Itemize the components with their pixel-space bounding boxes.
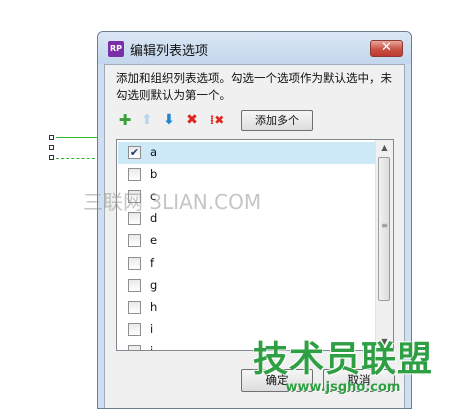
option-checkbox[interactable]: ✔	[128, 146, 141, 159]
close-button[interactable]: ✕	[370, 40, 403, 57]
canvas-solid-line	[56, 137, 100, 138]
option-checkbox[interactable]	[128, 234, 141, 248]
option-label: j	[150, 343, 154, 351]
option-label: a	[150, 145, 158, 159]
list-item[interactable]: b	[118, 164, 375, 186]
watermark-jsgho: 技术员联盟 www.jsgho.com	[232, 340, 454, 396]
grip-icon: ≡	[381, 221, 388, 230]
list-scrollbar[interactable]: ▲ ≡ ▼	[375, 140, 393, 350]
option-checkbox[interactable]	[128, 278, 141, 292]
list-item[interactable]: ✔ a	[118, 142, 375, 164]
watermark-3lian: 三联网 3LIAN.COM	[83, 190, 262, 214]
list-item[interactable]: h	[118, 297, 375, 319]
option-checkbox[interactable]	[128, 256, 141, 270]
option-checkbox[interactable]	[128, 322, 141, 336]
option-label: g	[150, 277, 158, 292]
watermark-jsgho-name: 技术员联盟	[252, 340, 433, 380]
watermark-jsgho-url: www.jsgho.com	[285, 380, 401, 395]
delete-all-icon[interactable]: ⁞✖	[205, 110, 229, 130]
list-item[interactable]: e	[118, 230, 375, 252]
arrow-down-icon[interactable]: ⬇	[160, 110, 178, 130]
option-label: f	[150, 255, 155, 270]
selection-handle[interactable]	[49, 155, 54, 160]
title-bar[interactable]: RP 编辑列表选项 ✕	[98, 32, 411, 64]
list-item[interactable]: f	[118, 253, 375, 275]
scroll-thumb[interactable]: ≡	[378, 157, 390, 301]
option-label: i	[150, 321, 154, 336]
list-item[interactable]: i	[118, 319, 375, 341]
option-label: b	[150, 167, 158, 182]
option-label: h	[150, 299, 158, 314]
arrow-up-icon[interactable]: ⬆	[138, 110, 156, 130]
close-icon: ✕	[381, 40, 392, 55]
dialog-title: 编辑列表选项	[130, 44, 209, 59]
option-checkbox[interactable]	[128, 168, 141, 182]
selection-handle[interactable]	[49, 145, 54, 150]
option-checkbox[interactable]	[128, 300, 141, 314]
axure-rp-icon: RP	[108, 41, 124, 57]
dialog-description: 添加和组织列表选项。勾选一个选项作为默认选中，未勾选则默认为第一个。	[116, 71, 392, 102]
scroll-up-icon[interactable]: ▲	[377, 140, 392, 156]
add-multiple-button[interactable]: 添加多个	[241, 110, 313, 131]
options-list[interactable]: ✔ a b c d e f g h i j ▲ ≡ ▼	[116, 139, 394, 351]
canvas-dashed-line	[56, 158, 100, 159]
option-checkbox[interactable]	[128, 344, 141, 350]
option-label: e	[150, 233, 158, 248]
selection-handle[interactable]	[49, 135, 54, 140]
delete-icon[interactable]: ✖	[183, 110, 201, 130]
plus-icon[interactable]: ✚	[116, 110, 134, 130]
list-item[interactable]: g	[118, 275, 375, 297]
